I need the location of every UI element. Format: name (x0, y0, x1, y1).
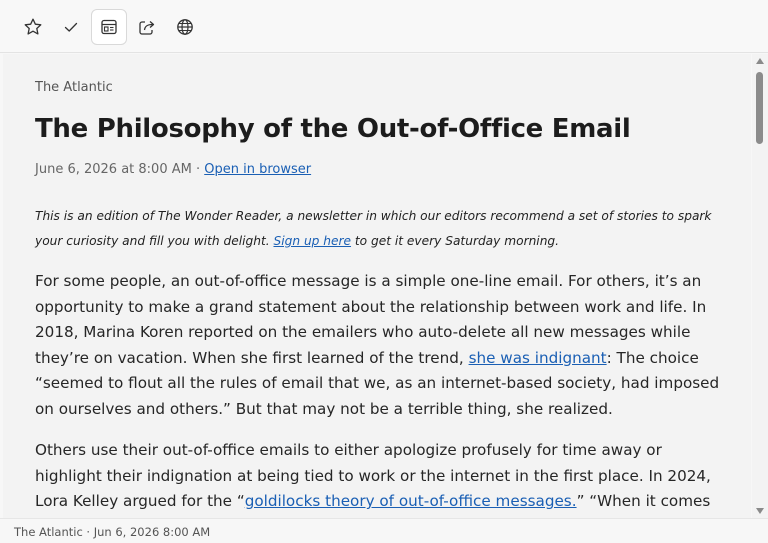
open-in-browser-link[interactable]: Open in browser (204, 162, 311, 177)
toolbar (0, 0, 768, 53)
reader-view-icon (101, 19, 117, 35)
article-view[interactable]: The Atlantic The Philosophy of the Out-o… (3, 54, 751, 518)
status-text: The Atlantic · Jun 6, 2026 8:00 AM (14, 525, 211, 539)
newsletter-intro: This is an edition of The Wonder Reader,… (35, 204, 715, 254)
favorite-button[interactable] (15, 9, 51, 45)
share-button[interactable] (129, 9, 165, 45)
checkmark-icon (64, 22, 78, 32)
vertical-scrollbar[interactable] (752, 54, 768, 518)
globe-icon (177, 19, 193, 35)
paragraph-1: For some people, an out-of-office messag… (35, 269, 725, 423)
mark-read-button[interactable] (53, 9, 89, 45)
she-was-indignant-link[interactable]: she was indignant (469, 349, 607, 367)
scroll-up-arrow-icon[interactable] (756, 58, 764, 64)
goldilocks-theory-link[interactable]: goldilocks theory of out-of-office messa… (245, 492, 577, 510)
article-meta: June 6, 2026 at 8:00 AM · Open in browse… (35, 162, 311, 177)
intro-text-end: to get it every Saturday morning. (351, 234, 560, 248)
sign-up-link[interactable]: Sign up here (273, 234, 351, 248)
meta-separator: · (191, 162, 205, 177)
article-title: The Philosophy of the Out-of-Office Emai… (35, 114, 631, 144)
scroll-down-arrow-icon[interactable] (756, 508, 764, 514)
paragraph-2: Others use their out-of-office emails to… (35, 438, 725, 518)
article-source: The Atlantic (35, 80, 113, 95)
open-in-browser-button[interactable] (167, 9, 203, 45)
share-icon (139, 21, 155, 35)
article-date: June 6, 2026 at 8:00 AM (35, 162, 192, 177)
scroll-thumb[interactable] (756, 72, 763, 144)
reader-view-button[interactable] (91, 9, 127, 45)
status-bar: The Atlantic · Jun 6, 2026 8:00 AM (0, 518, 768, 543)
star-icon (24, 18, 42, 35)
